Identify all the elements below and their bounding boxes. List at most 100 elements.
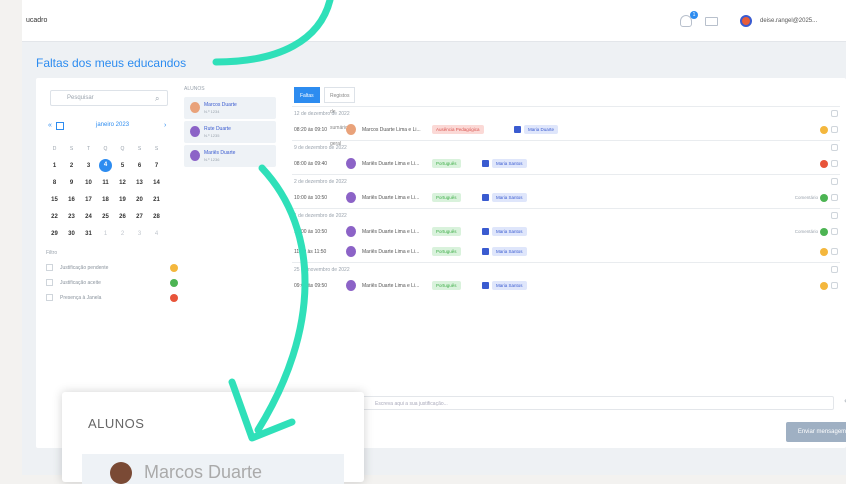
student-item[interactable]: Marcos Duarte N.º 1234 xyxy=(184,97,276,119)
legend-item[interactable]: Presença à Janela xyxy=(46,292,178,304)
calendar-day[interactable]: 14 xyxy=(148,180,165,186)
legend-checkbox[interactable] xyxy=(46,294,53,301)
weekday: Q xyxy=(120,145,125,152)
calendar-day[interactable]: 30 xyxy=(63,231,80,237)
calendar-day[interactable]: 20 xyxy=(131,197,148,203)
group-checkbox[interactable] xyxy=(831,212,838,219)
message-input[interactable]: Escreva aqui a sua justificação... xyxy=(354,396,834,410)
calendar-day-today[interactable]: 4 xyxy=(99,159,112,172)
date-header: 9 de dezembro de 2022 xyxy=(292,140,840,154)
calendar-day[interactable]: 17 xyxy=(80,197,97,203)
legend-item[interactable]: Justificação pendente xyxy=(46,262,178,274)
page-title: Faltas dos meus educandos xyxy=(36,56,187,70)
calendar-day[interactable]: 29 xyxy=(46,231,63,237)
calendar-next-button[interactable]: › xyxy=(164,122,166,129)
date-label: 12 de dezembro de 2022 xyxy=(294,111,350,117)
status-dot-pending xyxy=(170,264,178,272)
entry-checkbox[interactable] xyxy=(831,194,838,201)
group-checkbox[interactable] xyxy=(831,266,838,273)
calendar-day[interactable]: 24 xyxy=(80,214,97,220)
teacher-icon xyxy=(482,228,489,235)
group-checkbox[interactable] xyxy=(831,110,838,117)
legend-checkbox[interactable] xyxy=(46,279,53,286)
student-item[interactable]: Mariês Duarte N.º 1236 xyxy=(184,145,276,167)
calendar-day[interactable]: 3 xyxy=(131,231,148,237)
legend-item[interactable]: Justificação aceite xyxy=(46,277,178,289)
calendar-day[interactable]: 7 xyxy=(148,163,165,169)
calendar-grid: D S T Q Q S S 1 2 3 4 5 6 7 8 9 10 11 12… xyxy=(46,140,174,242)
calendar-day[interactable]: 1 xyxy=(46,163,63,169)
entry-checkbox[interactable] xyxy=(831,228,838,235)
search-input[interactable]: Pesquisar ⌕ xyxy=(50,90,168,106)
calendar-day[interactable]: 16 xyxy=(63,197,80,203)
student-item[interactable]: Rute Duarte N.º 1235 xyxy=(184,121,276,143)
zoom-student-item[interactable]: Marcos Duarte xyxy=(82,454,344,484)
status-dot xyxy=(820,248,828,256)
calendar-week: 15 16 17 18 19 20 21 xyxy=(46,191,174,208)
mail-icon[interactable] xyxy=(705,17,718,26)
teacher-badge: Maria Santos xyxy=(492,159,527,168)
brand-name: ucadro xyxy=(26,17,48,24)
absence-entry[interactable]: 10:00 às 10:50 Mariês Duarte Lima e Li...… xyxy=(292,222,840,242)
calendar-day[interactable]: 4 xyxy=(148,231,165,237)
calendar-day[interactable]: 27 xyxy=(131,214,148,220)
calendar-day[interactable]: 31 xyxy=(80,231,97,237)
entry-checkbox[interactable] xyxy=(831,282,838,289)
comment-label[interactable]: Comentário xyxy=(795,195,818,200)
calendar-day[interactable]: 23 xyxy=(63,214,80,220)
tab-registos[interactable]: Registos de sumário geral xyxy=(324,87,356,147)
calendar-day[interactable]: 13 xyxy=(131,180,148,186)
entry-time: 10:00 às 10:50 xyxy=(294,229,328,235)
calendar-day[interactable]: 15 xyxy=(46,197,63,203)
top-bar: ucadro 1 deise.rangel@2025... xyxy=(22,0,846,42)
calendar-day[interactable]: 10 xyxy=(80,180,97,186)
teacher-badge: Maria Santos xyxy=(492,247,527,256)
calendar-day[interactable]: 3 xyxy=(80,163,97,169)
calendar-day[interactable]: 2 xyxy=(63,163,80,169)
absence-entry[interactable]: 10:00 às 10:50 Mariês Duarte Lima e Li...… xyxy=(292,188,840,208)
tab-faltas[interactable]: Faltas xyxy=(294,87,320,103)
absence-entry[interactable]: 08:00 às 09:40 Mariês Duarte Lima e Li...… xyxy=(292,154,840,174)
teacher-badge: Maria Santos xyxy=(492,193,527,202)
calendar-icon[interactable] xyxy=(56,122,64,130)
group-checkbox[interactable] xyxy=(831,144,838,151)
calendar-day[interactable]: 6 xyxy=(131,163,148,169)
legend-checkbox[interactable] xyxy=(46,264,53,271)
calendar-day[interactable]: 26 xyxy=(114,214,131,220)
absence-entry[interactable]: 09:00 às 09:50 Mariês Duarte Lima e Li...… xyxy=(292,276,840,296)
calendar-month[interactable]: janeiro 2023 xyxy=(96,122,129,128)
calendar-day[interactable]: 8 xyxy=(46,180,63,186)
absence-entry[interactable]: 11:00 às 11:50 Mariês Duarte Lima e Li...… xyxy=(292,242,840,262)
student-avatar xyxy=(110,462,132,484)
comment-label[interactable]: Comentário xyxy=(795,229,818,234)
calendar-day[interactable]: 12 xyxy=(114,180,131,186)
entry-student-name: Mariês Duarte Lima e Li... xyxy=(362,195,420,201)
calendar-day[interactable]: 22 xyxy=(46,214,63,220)
calendar-day[interactable]: 18 xyxy=(97,197,114,203)
calendar-day[interactable]: 2 xyxy=(114,231,131,237)
calendar-day[interactable]: 25 xyxy=(97,214,114,220)
calendar-day[interactable]: 5 xyxy=(114,163,131,169)
calendar-day[interactable]: 1 xyxy=(97,231,114,237)
student-number: N.º 1236 xyxy=(204,157,220,162)
entry-checkbox[interactable] xyxy=(831,248,838,255)
group-checkbox[interactable] xyxy=(831,178,838,185)
absence-entry[interactable]: 08:20 às 09:10 Marcos Duarte Lima e Li...… xyxy=(292,120,840,140)
legend-label: Presença à Janela xyxy=(60,295,102,301)
date-label: 25 de novembro de 2022 xyxy=(294,267,350,273)
user-name[interactable]: deise.rangel@2025... xyxy=(760,18,817,24)
date-label: 2 de dezembro de 2022 xyxy=(294,179,347,185)
search-icon[interactable]: ⌕ xyxy=(155,94,159,104)
entry-time: 08:00 às 09:40 xyxy=(294,161,328,167)
entry-checkbox[interactable] xyxy=(831,160,838,167)
calendar-day[interactable]: 11 xyxy=(97,180,114,186)
send-message-button[interactable]: Enviar mensagem xyxy=(786,422,846,442)
calendar-day[interactable]: 28 xyxy=(148,214,165,220)
calendar-day[interactable]: 19 xyxy=(114,197,131,203)
user-avatar[interactable] xyxy=(740,15,752,27)
status-dot xyxy=(820,160,828,168)
entry-checkbox[interactable] xyxy=(831,126,838,133)
calendar-day[interactable]: 21 xyxy=(148,197,165,203)
calendar-prev-button[interactable]: « xyxy=(48,122,52,129)
calendar-day[interactable]: 9 xyxy=(63,180,80,186)
